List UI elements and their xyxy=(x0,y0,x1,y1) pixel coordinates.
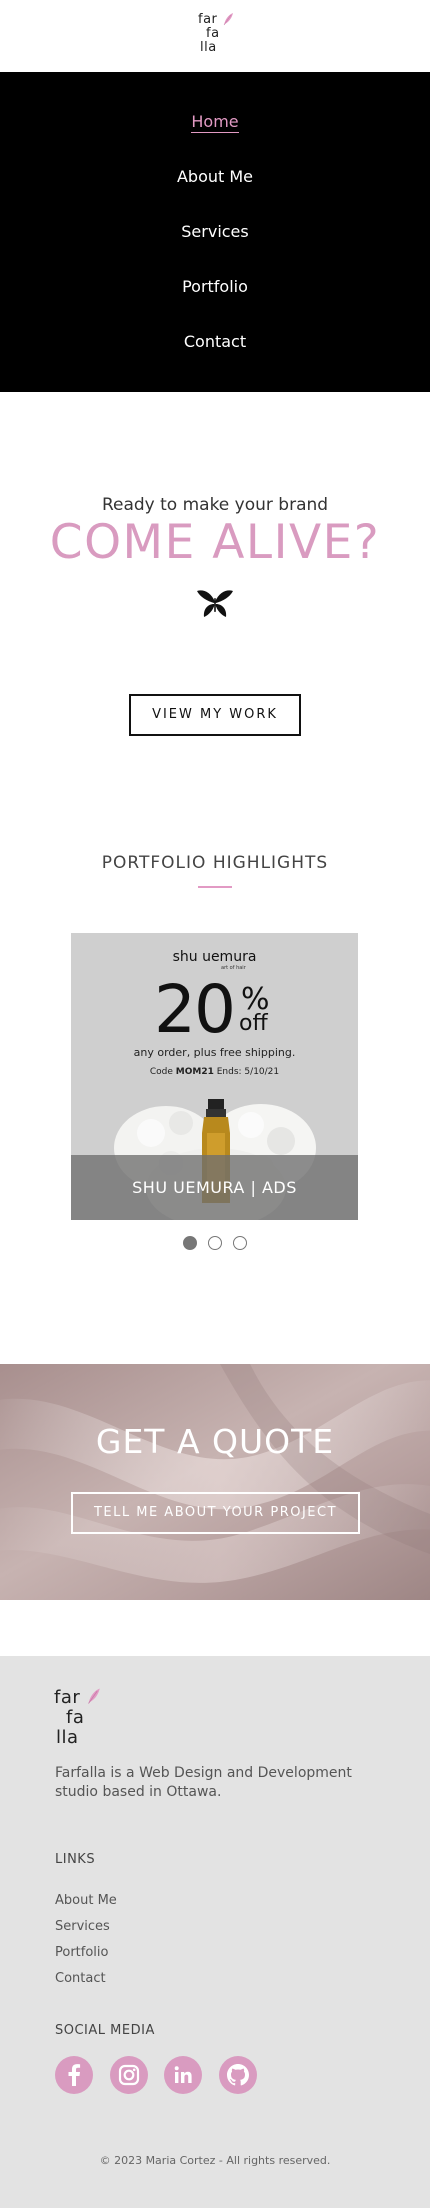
ad-off: off xyxy=(239,1011,268,1036)
links-heading: LINKS xyxy=(55,1852,96,1867)
site-logo[interactable]: far fa lla xyxy=(198,13,234,59)
tell-me-about-your-project-button[interactable]: TELL ME ABOUT YOUR PROJECT xyxy=(71,1492,360,1534)
footer-link-about-me[interactable]: About Me xyxy=(55,1893,117,1908)
site-header: far fa lla xyxy=(0,0,430,72)
feather-icon xyxy=(223,13,233,26)
footer-logo-line-3: lla xyxy=(56,1727,79,1748)
footer-link-services[interactable]: Services xyxy=(55,1919,110,1934)
instagram-link[interactable] xyxy=(110,2056,148,2094)
nav-item-services[interactable]: Services xyxy=(0,222,430,241)
ad-brand: shu uemura xyxy=(172,949,257,965)
butterfly-icon xyxy=(197,590,233,617)
ad-discount: 20 xyxy=(154,971,236,1048)
ad-offer-text: any order, plus free shipping. xyxy=(133,1046,296,1059)
site-footer: far fa lla Farfalla is a Web Design and … xyxy=(0,1656,430,2208)
nav-item-home[interactable]: Home xyxy=(0,112,430,133)
footer-link-contact[interactable]: Contact xyxy=(55,1971,106,1986)
carousel-dot-1[interactable] xyxy=(183,1236,197,1250)
quote-title: GET A QUOTE xyxy=(95,1422,335,1461)
facebook-link[interactable] xyxy=(55,2056,93,2094)
facebook-icon xyxy=(68,2064,81,2086)
footer-logo[interactable]: far fa lla xyxy=(54,1688,102,1748)
footer-description: Farfalla is a Web Design and Development… xyxy=(55,1765,352,1800)
title-underline xyxy=(198,886,232,888)
ad-code: MOM21 xyxy=(175,1067,214,1077)
carousel-dots xyxy=(183,1236,249,1250)
portfolio-title: PORTFOLIO HIGHLIGHTS xyxy=(101,853,329,873)
footer-logo-line-2: fa xyxy=(66,1707,85,1728)
hero-subtitle: Ready to make your brand xyxy=(101,495,329,515)
instagram-icon xyxy=(118,2064,140,2086)
copyright-text: © 2023 Maria Cortez - All rights reserve… xyxy=(99,2154,331,2167)
carousel-dot-2[interactable] xyxy=(208,1236,222,1250)
nav-item-about-me[interactable]: About Me xyxy=(0,167,430,186)
slide-caption: SHU UEMURA | ADS xyxy=(71,1155,358,1220)
linkedin-icon xyxy=(174,2066,192,2083)
quote-section: GET A QUOTE TELL ME ABOUT YOUR PROJECT xyxy=(0,1364,430,1600)
portfolio-slide[interactable]: shu uemura art of hair 20 % off any orde… xyxy=(71,933,358,1220)
main-navigation: Home About Me Services Portfolio Contact xyxy=(0,72,430,392)
nav-item-portfolio-label: Portfolio xyxy=(182,277,248,296)
footer-link-portfolio[interactable]: Portfolio xyxy=(55,1945,108,1960)
hero-title: COME ALIVE? xyxy=(49,515,381,570)
carousel-dot-3[interactable] xyxy=(233,1236,247,1250)
nav-item-about-me-label: About Me xyxy=(176,167,254,186)
ad-ends: Ends: 5/10/21 xyxy=(216,1067,280,1077)
linkedin-link[interactable] xyxy=(164,2056,202,2094)
silk-background-image xyxy=(0,1364,430,1600)
nav-item-home-label: Home xyxy=(191,112,239,133)
nav-item-portfolio[interactable]: Portfolio xyxy=(0,277,430,296)
feather-icon xyxy=(88,1688,100,1704)
nav-item-contact-label: Contact xyxy=(183,332,247,351)
ad-code-line: Code MOM21 Ends: 5/10/21 xyxy=(71,1067,358,1077)
github-icon xyxy=(227,2064,249,2086)
logo-text-line-2: fa xyxy=(206,26,220,41)
view-my-work-button[interactable]: VIEW MY WORK xyxy=(129,694,301,736)
logo-text-line-3: lla xyxy=(200,40,217,55)
social-media-heading: SOCIAL MEDIA xyxy=(55,2023,155,2038)
nav-item-contact[interactable]: Contact xyxy=(0,332,430,351)
github-link[interactable] xyxy=(219,2056,257,2094)
nav-item-services-label: Services xyxy=(181,222,249,241)
ad-code-label: Code xyxy=(149,1067,173,1077)
